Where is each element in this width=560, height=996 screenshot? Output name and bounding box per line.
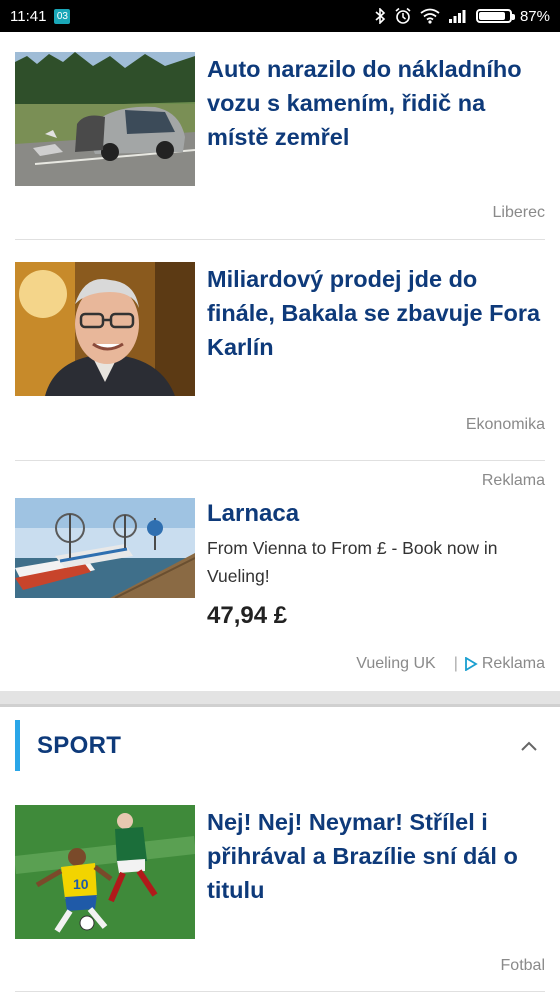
section-accent-bar — [15, 720, 20, 771]
sponsored-item[interactable]: Reklama Larnaca From Vienna to From £ - … — [15, 470, 545, 680]
sport-section-header[interactable]: SPORT — [15, 720, 545, 771]
status-time: 11:41 — [10, 7, 47, 25]
battery-icon — [475, 9, 515, 23]
chevron-up-icon[interactable] — [519, 736, 539, 756]
bluetooth-icon — [375, 8, 386, 24]
alarm-icon — [395, 7, 411, 24]
divider — [15, 991, 545, 992]
separator: | — [453, 655, 458, 672]
adchoices-icon[interactable] — [464, 657, 478, 671]
svg-text:10: 10 — [73, 876, 89, 892]
article-thumbnail[interactable]: 10 — [15, 805, 195, 939]
divider — [15, 460, 545, 461]
news-item[interactable]: Auto narazilo do nákladního vozu s kamen… — [15, 52, 545, 240]
article-thumbnail[interactable] — [15, 262, 195, 396]
battery-percent: 87% — [519, 7, 550, 25]
signal-icon — [448, 10, 466, 23]
article-headline[interactable]: Miliardový prodej jde do finále, Bakala … — [207, 262, 547, 364]
section-title: SPORT — [37, 732, 122, 759]
article-headline[interactable]: Auto narazilo do nákladního vozu s kamen… — [207, 52, 547, 154]
ad-thumbnail[interactable] — [15, 498, 195, 598]
ad-label: Reklama — [481, 472, 545, 489]
ad-advertiser[interactable]: Vueling UK — [356, 655, 435, 673]
ad-price[interactable]: 47,94 £ — [207, 602, 287, 630]
ad-footer: Vueling UK | Reklama — [356, 655, 545, 673]
ad-title[interactable]: Larnaca — [207, 500, 299, 528]
status-icons: 87% — [374, 7, 550, 25]
article-thumbnail[interactable] — [15, 52, 195, 186]
news-item[interactable]: 10 Nej! Nej! Neymar! Střílel i přihrával… — [15, 805, 545, 991]
notification-badge: 03 — [54, 8, 71, 24]
ad-description[interactable]: From Vienna to From £ - Book now in Vuel… — [207, 534, 552, 590]
ad-label-bottom[interactable]: Reklama — [482, 655, 545, 673]
wifi-icon — [420, 8, 440, 24]
news-item[interactable]: Miliardový prodej jde do finále, Bakala … — [15, 262, 545, 460]
divider — [15, 239, 545, 240]
article-category[interactable]: Fotbal — [501, 957, 545, 975]
status-bar: 11:41 03 87% — [0, 0, 560, 32]
section-separator — [0, 691, 560, 707]
article-category[interactable]: Liberec — [493, 204, 545, 222]
article-category[interactable]: Ekonomika — [466, 416, 545, 434]
article-headline[interactable]: Nej! Nej! Neymar! Střílel i přihrával a … — [207, 805, 547, 907]
